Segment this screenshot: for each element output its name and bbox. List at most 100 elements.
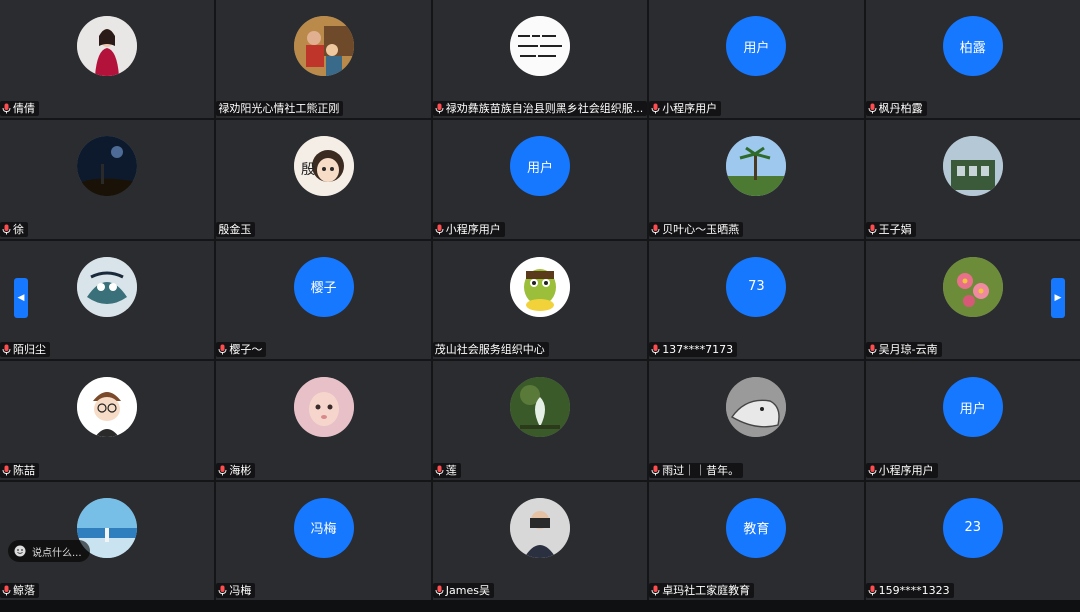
- participant-name-label: 莲: [432, 462, 461, 478]
- participant-name: 小程序用户: [445, 222, 501, 236]
- participant-name-label: 贝叶心～玉晒燕: [649, 221, 744, 237]
- participant-grid: 倩倩 禄劝阳光心情社工熊正刚 禄劝彝族苗族自治县则黑乡社会组织服... 用户 小程序用户…: [0, 0, 1080, 600]
- participant-name: 雨过｜｜昔年。: [662, 463, 740, 477]
- chevron-left-icon: ◀: [17, 293, 25, 303]
- participant-name-label: 茂山社会服务组织中心: [432, 342, 549, 358]
- participant-name-label: 159****1323: [865, 583, 954, 598]
- participant-tile[interactable]: 冯梅 冯梅: [216, 481, 431, 600]
- participant-name: 陈喆: [13, 463, 35, 477]
- participant-tile[interactable]: 陈喆: [0, 361, 215, 480]
- avatar-initials: 73: [726, 256, 787, 317]
- microphone-muted-icon: [218, 465, 227, 476]
- participant-tile[interactable]: 禄劝阳光心情社工熊正刚: [216, 0, 431, 119]
- microphone-muted-icon: [218, 344, 227, 355]
- participant-tile[interactable]: 用户小程序用户: [649, 0, 864, 119]
- participant-name-label: 吴月琼-云南: [865, 342, 942, 358]
- handwriting-avatar: [509, 16, 570, 76]
- microphone-muted-icon: [868, 224, 877, 235]
- participant-tile[interactable]: 23 159****1323: [865, 481, 1080, 600]
- people-office-avatar: [293, 16, 354, 76]
- comment-placeholder: 说点什么...: [32, 547, 82, 559]
- microphone-muted-icon: [435, 103, 444, 114]
- participant-tile[interactable]: 樱子樱子～: [216, 240, 431, 360]
- microphone-muted-icon: [218, 585, 227, 596]
- participant-tile[interactable]: 教育 卓玛社工家庭教育: [649, 481, 864, 600]
- participant-tile[interactable]: 徐: [0, 120, 215, 239]
- svg-text:殷: 殷: [301, 162, 315, 178]
- microphone-muted-icon: [435, 224, 444, 235]
- microphone-muted-icon: [651, 585, 660, 596]
- avatar-initials: 23: [942, 497, 1003, 558]
- participant-name-label: 枫丹柏露: [865, 101, 927, 117]
- participant-name-label: 雨过｜｜昔年。: [649, 462, 744, 478]
- participant-name-label: 小程序用户: [432, 221, 505, 237]
- participant-tile[interactable]: 73 137****7173: [649, 240, 864, 360]
- participant-tile[interactable]: 贝叶心～玉晒燕: [649, 120, 864, 239]
- participant-tile[interactable]: 柏露枫丹柏露: [865, 0, 1080, 119]
- participant-tile[interactable]: 倩倩: [0, 0, 215, 119]
- participant-name: 倩倩: [13, 102, 35, 116]
- microphone-muted-icon: [2, 585, 11, 596]
- participant-name: 莲: [445, 463, 457, 477]
- participant-tile[interactable]: 雨过｜｜昔年。: [649, 361, 864, 480]
- participant-tile[interactable]: 茂山社会服务组织中心: [432, 240, 648, 360]
- avatar-initials: 用户: [726, 16, 787, 76]
- participant-name-label: 王子娟: [865, 221, 916, 237]
- night-sky-avatar: [77, 136, 138, 197]
- avatar-initials: 樱子: [293, 256, 354, 317]
- participant-name: 禄劝阳光心情社工熊正刚: [218, 102, 340, 116]
- participant-name: James吴: [445, 584, 490, 597]
- participant-name-label: 小程序用户: [649, 101, 722, 117]
- participant-name: 贝叶心～玉晒燕: [662, 222, 740, 236]
- comment-input[interactable]: 说点什么...: [8, 540, 90, 562]
- avatar-initials: 柏露: [942, 16, 1003, 76]
- participant-tile[interactable]: 殷殷金玉: [216, 120, 431, 239]
- participant-name-label: 殷金玉: [216, 221, 256, 237]
- participant-name: 樱子～: [229, 343, 263, 357]
- participant-tile[interactable]: 陌归尘: [0, 240, 215, 360]
- previous-page-button[interactable]: ◀: [14, 278, 28, 318]
- participant-name: 陌归尘: [13, 343, 46, 357]
- participant-tile[interactable]: 王子娟: [865, 120, 1080, 239]
- participant-name-label: 陌归尘: [0, 342, 50, 358]
- participant-name-label: 卓玛社工家庭教育: [649, 583, 755, 598]
- microphone-muted-icon: [2, 224, 11, 235]
- microphone-muted-icon: [868, 103, 877, 114]
- participant-name: 王子娟: [878, 222, 912, 236]
- cartoon-boy-avatar: [77, 377, 138, 438]
- flowers-avatar: [942, 256, 1003, 317]
- next-page-button[interactable]: ▶: [1051, 278, 1065, 318]
- participant-name: 徐: [13, 222, 24, 236]
- participant-tile[interactable]: 禄劝彝族苗族自治县则黑乡社会组织服...: [432, 0, 648, 119]
- participant-tile[interactable]: James吴: [432, 481, 648, 600]
- participant-name-label: 禄劝阳光心情社工熊正刚: [216, 101, 344, 117]
- man-camera-avatar: [509, 497, 570, 558]
- microphone-muted-icon: [651, 344, 660, 355]
- participant-name: 禄劝彝族苗族自治县则黑乡社会组织服...: [445, 102, 644, 116]
- tiger-art-avatar: [77, 256, 138, 317]
- participant-tile[interactable]: 用户 小程序用户: [865, 361, 1080, 480]
- participant-name: 吴月琼-云南: [878, 343, 938, 357]
- bottom-bar: [0, 600, 1080, 612]
- participant-name: 小程序用户: [878, 463, 934, 477]
- participant-tile[interactable]: 用户小程序用户: [432, 120, 648, 239]
- avatar-initials: 冯梅: [293, 497, 354, 558]
- participant-name: 茂山社会服务组织中心: [434, 343, 545, 357]
- microphone-muted-icon: [651, 465, 660, 476]
- participant-name-label: 鲸落: [0, 583, 39, 598]
- microphone-muted-icon: [651, 103, 660, 114]
- avatar-initials: 用户: [509, 136, 570, 197]
- participant-name: 枫丹柏露: [878, 102, 923, 116]
- participant-name-label: James吴: [432, 583, 494, 598]
- participant-tile[interactable]: 莲: [432, 361, 648, 480]
- chevron-right-icon: ▶: [1054, 293, 1062, 303]
- microphone-muted-icon: [2, 103, 11, 114]
- cartoon-character-avatar: [509, 256, 570, 317]
- microphone-muted-icon: [868, 465, 877, 476]
- participant-tile[interactable]: 吴月琼-云南: [865, 240, 1080, 360]
- smile-icon: [14, 545, 26, 557]
- participant-name: 冯梅: [229, 584, 252, 597]
- participant-tile[interactable]: 海彬: [216, 361, 431, 480]
- microphone-muted-icon: [651, 224, 660, 235]
- participant-name-label: 禄劝彝族苗族自治县则黑乡社会组织服...: [432, 101, 648, 117]
